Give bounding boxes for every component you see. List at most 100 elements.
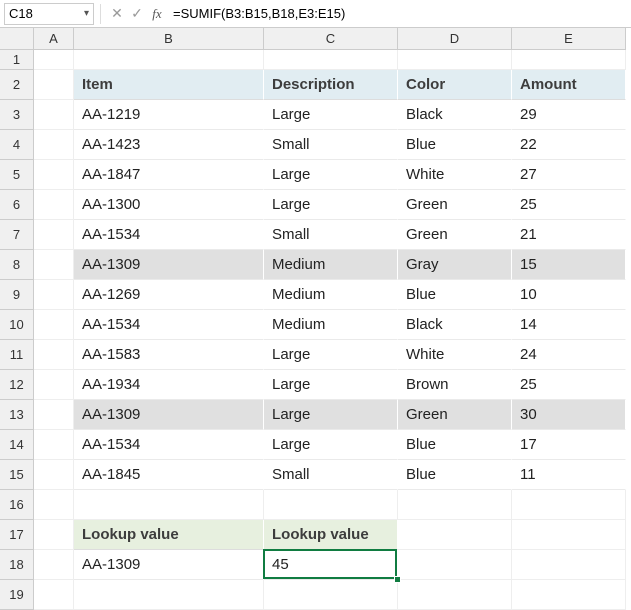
row-header-5[interactable]: 5 — [0, 160, 34, 190]
cell-description[interactable]: Large — [264, 400, 398, 430]
lookup-result[interactable]: 45 — [264, 550, 398, 580]
cell-A15[interactable] — [34, 460, 74, 490]
row-header-4[interactable]: 4 — [0, 130, 34, 160]
cell-E1[interactable] — [512, 50, 626, 70]
lookup-header-1[interactable]: Lookup value — [74, 520, 264, 550]
cell-item[interactable]: AA-1534 — [74, 220, 264, 250]
cell-amount[interactable]: 10 — [512, 280, 626, 310]
fx-icon[interactable]: fx — [147, 6, 167, 22]
row-header-15[interactable]: 15 — [0, 460, 34, 490]
cell-C1[interactable] — [264, 50, 398, 70]
col-header-E[interactable]: E — [512, 28, 626, 50]
cell-A6[interactable] — [34, 190, 74, 220]
cell-D16[interactable] — [398, 490, 512, 520]
cell-A14[interactable] — [34, 430, 74, 460]
cell-amount[interactable]: 29 — [512, 100, 626, 130]
cell-A11[interactable] — [34, 340, 74, 370]
row-header-3[interactable]: 3 — [0, 100, 34, 130]
cell-description[interactable]: Large — [264, 160, 398, 190]
col-header-D[interactable]: D — [398, 28, 512, 50]
cell-item[interactable]: AA-1309 — [74, 250, 264, 280]
cell-color[interactable]: Black — [398, 310, 512, 340]
cell-item[interactable]: AA-1534 — [74, 430, 264, 460]
cell-item[interactable]: AA-1309 — [74, 400, 264, 430]
cell-A3[interactable] — [34, 100, 74, 130]
cell-A18[interactable] — [34, 550, 74, 580]
cell-amount[interactable]: 22 — [512, 130, 626, 160]
col-header-B[interactable]: B — [74, 28, 264, 50]
cancel-icon[interactable]: ✕ — [107, 5, 127, 22]
lookup-value[interactable]: AA-1309 — [74, 550, 264, 580]
cell-B16[interactable] — [74, 490, 264, 520]
header-item[interactable]: Item — [74, 70, 264, 100]
cell-item[interactable]: AA-1219 — [74, 100, 264, 130]
cell-B19[interactable] — [74, 580, 264, 610]
cell-color[interactable]: Green — [398, 190, 512, 220]
row-header-7[interactable]: 7 — [0, 220, 34, 250]
header-description[interactable]: Description — [264, 70, 398, 100]
cell-color[interactable]: Black — [398, 100, 512, 130]
cell-amount[interactable]: 14 — [512, 310, 626, 340]
name-box[interactable]: C18 ▾ — [4, 3, 94, 25]
cell-amount[interactable]: 24 — [512, 340, 626, 370]
row-header-6[interactable]: 6 — [0, 190, 34, 220]
cell-description[interactable]: Large — [264, 100, 398, 130]
cell-description[interactable]: Large — [264, 430, 398, 460]
cell-D1[interactable] — [398, 50, 512, 70]
lookup-header-2[interactable]: Lookup value — [264, 520, 398, 550]
chevron-down-icon[interactable]: ▾ — [84, 8, 89, 19]
row-header-17[interactable]: 17 — [0, 520, 34, 550]
cell-A16[interactable] — [34, 490, 74, 520]
cell-amount[interactable]: 17 — [512, 430, 626, 460]
row-header-1[interactable]: 1 — [0, 50, 34, 70]
cell-description[interactable]: Large — [264, 370, 398, 400]
cell-item[interactable]: AA-1423 — [74, 130, 264, 160]
row-header-8[interactable]: 8 — [0, 250, 34, 280]
cell-color[interactable]: Blue — [398, 430, 512, 460]
cell-amount[interactable]: 21 — [512, 220, 626, 250]
cell-description[interactable]: Medium — [264, 280, 398, 310]
cell-color[interactable]: Green — [398, 220, 512, 250]
cell-color[interactable]: White — [398, 160, 512, 190]
cell-description[interactable]: Small — [264, 460, 398, 490]
cell-D17[interactable] — [398, 520, 512, 550]
cell-color[interactable]: Blue — [398, 460, 512, 490]
cell-description[interactable]: Medium — [264, 250, 398, 280]
row-header-16[interactable]: 16 — [0, 490, 34, 520]
cell-A5[interactable] — [34, 160, 74, 190]
cell-description[interactable]: Medium — [264, 310, 398, 340]
cell-D18[interactable] — [398, 550, 512, 580]
cell-item[interactable]: AA-1534 — [74, 310, 264, 340]
cell-color[interactable]: Blue — [398, 130, 512, 160]
cell-A2[interactable] — [34, 70, 74, 100]
cell-description[interactable]: Small — [264, 220, 398, 250]
cell-A10[interactable] — [34, 310, 74, 340]
header-color[interactable]: Color — [398, 70, 512, 100]
cell-B1[interactable] — [74, 50, 264, 70]
row-header-14[interactable]: 14 — [0, 430, 34, 460]
cell-description[interactable]: Large — [264, 190, 398, 220]
cell-color[interactable]: White — [398, 340, 512, 370]
row-header-11[interactable]: 11 — [0, 340, 34, 370]
cell-E18[interactable] — [512, 550, 626, 580]
grid[interactable]: ItemDescriptionColorAmountAA-1219LargeBl… — [34, 50, 626, 610]
cell-item[interactable]: AA-1847 — [74, 160, 264, 190]
cell-A8[interactable] — [34, 250, 74, 280]
cell-description[interactable]: Large — [264, 340, 398, 370]
cell-item[interactable]: AA-1300 — [74, 190, 264, 220]
col-header-C[interactable]: C — [264, 28, 398, 50]
cell-D19[interactable] — [398, 580, 512, 610]
cell-C16[interactable] — [264, 490, 398, 520]
cell-color[interactable]: Brown — [398, 370, 512, 400]
cell-item[interactable]: AA-1845 — [74, 460, 264, 490]
cell-amount[interactable]: 11 — [512, 460, 626, 490]
col-header-A[interactable]: A — [34, 28, 74, 50]
cell-amount[interactable]: 30 — [512, 400, 626, 430]
cell-A4[interactable] — [34, 130, 74, 160]
cell-description[interactable]: Small — [264, 130, 398, 160]
confirm-icon[interactable]: ✓ — [127, 5, 147, 22]
cell-amount[interactable]: 15 — [512, 250, 626, 280]
cell-color[interactable]: Green — [398, 400, 512, 430]
cell-item[interactable]: AA-1934 — [74, 370, 264, 400]
formula-input[interactable]: =SUMIF(B3:B15,B18,E3:E15) — [167, 3, 627, 25]
